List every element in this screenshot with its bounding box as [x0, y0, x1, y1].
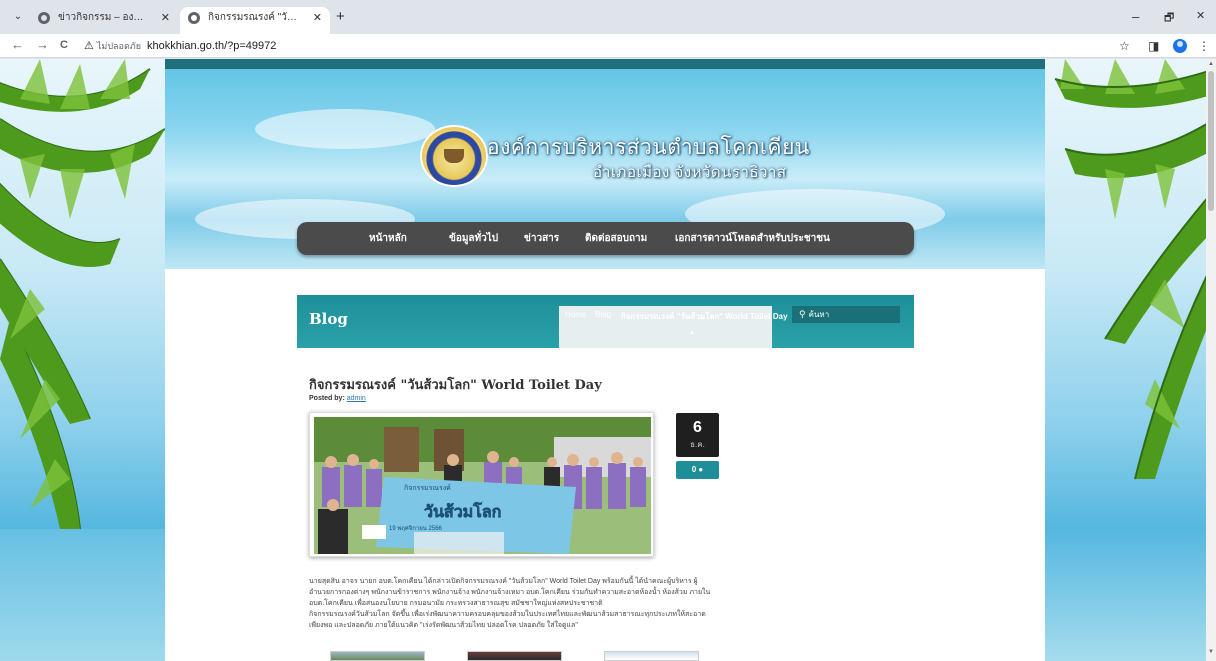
cloud-decoration	[255, 109, 435, 149]
search-placeholder: ค้นหา	[808, 310, 830, 319]
site-header: องค์การบริหารส่วนตำบลโคกเคียน อำเภอเมือง…	[165, 69, 1045, 269]
comment-bubble-icon: ●	[698, 465, 704, 474]
gallery-thumbnail[interactable]	[467, 651, 562, 661]
page-scrollbar[interactable]: ▲ ▼	[1206, 59, 1216, 661]
browser-tab-bar: ⌄ ข่าวกิจกรรม – องค์การบริหารส่วนตำ ✕ กิ…	[0, 0, 1216, 34]
palm-leaves-right	[1054, 59, 1206, 480]
minimize-button[interactable]: –	[1132, 9, 1139, 24]
content-area: Blog Home Blog กิจกรรมรณรงค์ "วันส้วมโลก…	[165, 269, 1045, 661]
gallery-thumbnail[interactable]	[330, 651, 425, 661]
tab-title: ข่าวกิจกรรม – องค์การบริหารส่วนตำ	[58, 12, 150, 23]
post-paragraph-line: เพียงพอ และปลอดภัย ภายใต้แนวคิด "เร่งรัด…	[309, 622, 578, 629]
scrollbar-thumb[interactable]	[1208, 71, 1214, 211]
profile-avatar[interactable]	[1173, 39, 1187, 53]
banner-date-text: 19 พฤศจิกายน 2566	[389, 525, 443, 532]
organization-seal-logo[interactable]	[420, 125, 488, 187]
comment-count: 0	[691, 465, 697, 474]
bookmark-star-icon[interactable]: ☆	[1119, 38, 1130, 54]
header-top-strip	[165, 59, 1045, 69]
breadcrumb-blog[interactable]: Blog	[595, 310, 611, 319]
site-column: องค์การบริหารส่วนตำบลโคกเคียน อำเภอเมือง…	[165, 59, 1045, 661]
warning-icon[interactable]: ⚠	[84, 40, 94, 52]
globe-icon	[38, 12, 50, 24]
post-title[interactable]: กิจกรรมรณรงค์ "วันส้วมโลก" World Toilet …	[309, 374, 602, 395]
breadcrumb-current: กิจกรรมรณรงค์ "วันส้วมโลก" World Toilet …	[621, 312, 788, 321]
banner-header-text: กิจกรรมรณรงค์	[404, 484, 451, 492]
main-navigation: หน้าหลัก ข้อมูลทั่วไป ข่าวสาร ติดต่อสอบถ…	[297, 222, 914, 255]
post-paragraph-line: อบต.โคกเคียน เพื่อสนองนโยบาย กรมอนามัย ก…	[309, 600, 603, 607]
gallery-thumbnail[interactable]	[604, 651, 699, 661]
post-paragraph-line: กิจกรรมรณรงค์วันส้วมโลก จัดขึ้น เพื่อเร่…	[309, 611, 706, 618]
address-bar[interactable]: ⚠ ไม่ปลอดภัย khokkhian.go.th/?p=49972	[84, 36, 1104, 56]
browser-tab-news[interactable]: ข่าวกิจกรรม – องค์การบริหารส่วนตำ ✕	[30, 7, 178, 34]
group-photo: กิจกรรมรณรงค์ วันส้วมโลก 19 พฤศจิกายน 25…	[314, 417, 651, 554]
tab-search-icon[interactable]: ⌄	[10, 9, 26, 25]
post-body: นายสุดสิน อาจร นายก อบต.โคกเคียน ได้กล่า…	[309, 576, 729, 631]
author-link[interactable]: admin	[347, 395, 366, 402]
banner-main-text: วันส้วมโลก	[424, 501, 501, 521]
forward-button[interactable]: →	[36, 37, 49, 53]
more-menu-icon[interactable]: ⋮	[1198, 38, 1210, 54]
tab-title: กิจกรรมรณรงค์ "วันส้วมโลก" World	[208, 12, 300, 23]
nav-home[interactable]: หน้าหลัก	[369, 222, 407, 255]
globe-icon	[188, 12, 200, 24]
post-featured-image[interactable]: กิจกรรมรณรงค์ วันส้วมโลก 19 พฤศจิกายน 25…	[309, 412, 654, 557]
search-input[interactable]: ⚲ ค้นหา	[792, 306, 900, 323]
post-paragraph-line: อำนวยการกองต่างๆ พนักงานข้าราชการ พนักงา…	[309, 589, 711, 596]
side-panel-icon[interactable]: ◨	[1148, 38, 1159, 54]
nav-news[interactable]: ข่าวสาร	[524, 222, 559, 255]
breadcrumb: Home Blog กิจกรรมรณรงค์ "วันส้วมโลก" Wor…	[559, 306, 788, 348]
nav-contact[interactable]: ติดต่อสอบถาม	[585, 222, 647, 255]
search-icon[interactable]: ⚲	[799, 309, 806, 319]
scroll-up-arrow-icon[interactable]: ▲	[1206, 61, 1216, 67]
close-tab-icon[interactable]: ✕	[161, 7, 170, 29]
nav-general-info[interactable]: ข้อมูลทั่วไป	[449, 222, 498, 255]
post-byline: Posted by: admin	[309, 395, 366, 402]
date-day: 6	[693, 419, 702, 436]
boat-emblem	[444, 149, 464, 163]
browser-toolbar: ← → C ⚠ ไม่ปลอดภัย khokkhian.go.th/?p=4997…	[0, 34, 1216, 58]
nav-downloads[interactable]: เอกสารดาวน์โหลดสำหรับประชาชน	[675, 222, 830, 255]
security-status[interactable]: ไม่ปลอดภัย	[97, 41, 141, 51]
new-tab-button[interactable]: +	[336, 9, 345, 25]
restore-button[interactable]: 🗗	[1164, 9, 1174, 28]
post-paragraph-line: นายสุดสิน อาจร นายก อบต.โคกเคียน ได้กล่า…	[309, 578, 698, 585]
url-text[interactable]: khokkhian.go.th/?p=49972	[147, 40, 276, 52]
post-date-badge: 6 ธ.ค.	[676, 413, 719, 457]
site-subtitle: อำเภอเมือง จังหวัดนราธิวาส	[593, 164, 787, 181]
page-viewport: องค์การบริหารส่วนตำบลโคกเคียน อำเภอเมือง…	[0, 59, 1206, 661]
posted-by-label: Posted by:	[309, 395, 345, 402]
date-month: ธ.ค.	[690, 440, 705, 449]
comment-count-button[interactable]: 0 ●	[676, 461, 719, 479]
close-window-button[interactable]: ✕	[1196, 9, 1205, 22]
triangle-up-icon: ▲	[689, 330, 695, 336]
back-button[interactable]: ←	[11, 37, 24, 53]
close-tab-icon[interactable]: ✕	[313, 7, 322, 29]
palm-leaves-left	[0, 59, 170, 661]
blog-header-bar: Blog Home Blog กิจกรรมรณรงค์ "วันส้วมโลก…	[297, 295, 914, 348]
reload-button[interactable]: C	[60, 37, 68, 53]
browser-tab-post[interactable]: กิจกรรมรณรงค์ "วันส้วมโลก" World ✕	[180, 7, 330, 34]
blog-heading: Blog	[309, 310, 348, 328]
breadcrumb-home[interactable]: Home	[565, 310, 586, 319]
scroll-down-arrow-icon[interactable]: ▼	[1206, 649, 1216, 655]
